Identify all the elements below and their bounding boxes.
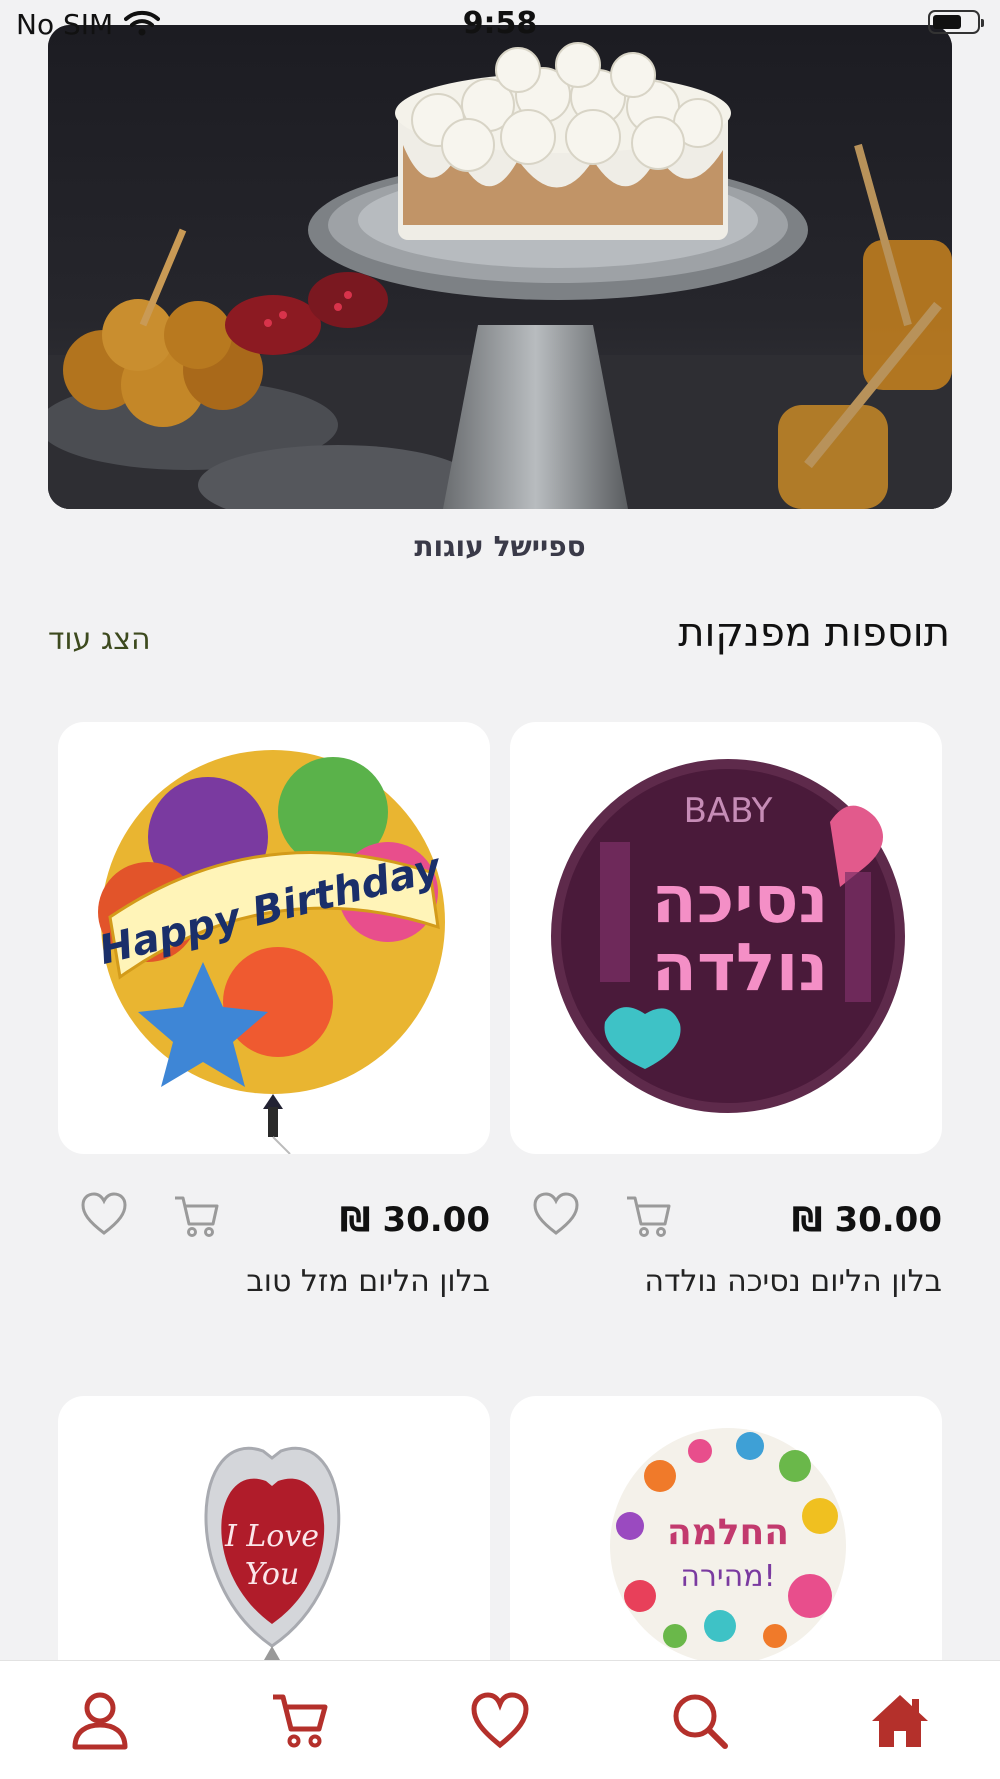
heart-icon[interactable] [470, 1691, 530, 1751]
i-love-you-balloon-image: I Love You [204, 1447, 341, 1696]
show-more-link[interactable]: הצג עוד [48, 622, 151, 657]
section-title: תוספות מפנקות [678, 610, 950, 656]
status-bar: No SIM 9:58 [0, 0, 1000, 50]
baby-princess-balloon-image: BABY נסיכה נולדה [551, 759, 905, 1113]
love-text-line1: I Love [224, 1519, 319, 1554]
born-text: נולדה [652, 929, 829, 1006]
battery-icon [928, 10, 984, 34]
product-card-i-love-you[interactable]: I Love You [58, 1396, 490, 1696]
product-name[interactable]: בלון הליום מזל טוב [246, 1264, 490, 1299]
hero-caption[interactable]: ספיישל עוגות [0, 530, 1000, 563]
love-text-line2: You [245, 1557, 300, 1592]
favorite-heart-icon[interactable] [80, 1192, 128, 1236]
recovery-text-line2: מהירה! [680, 1559, 775, 1594]
user-icon[interactable] [70, 1691, 130, 1751]
princess-text: נסיכה [652, 861, 829, 938]
favorite-heart-icon[interactable] [532, 1192, 580, 1236]
product-price: 30.00 ₪ [791, 1200, 942, 1240]
cart-icon[interactable] [270, 1691, 330, 1751]
hero-banner[interactable] [48, 25, 952, 509]
add-to-cart-icon[interactable] [624, 1194, 672, 1238]
recovery-text-line1: החלמה [667, 1512, 789, 1553]
product-card-baby-princess[interactable]: BABY נסיכה נולדה [510, 722, 942, 1154]
fast-recovery-balloon-image: החלמה מהירה! [610, 1428, 846, 1664]
search-icon[interactable] [670, 1691, 730, 1751]
product-name[interactable]: בלון הליום נסיכה נולדה [644, 1264, 942, 1299]
baby-text: BABY [684, 791, 773, 831]
product-card-fast-recovery[interactable]: החלמה מהירה! [510, 1396, 942, 1696]
cake-image [48, 25, 952, 509]
clock: 9:58 [462, 6, 538, 41]
home-icon[interactable] [870, 1691, 930, 1751]
bottom-nav [0, 1660, 1000, 1779]
product-card-happy-birthday[interactable]: Happy Birthday [58, 722, 490, 1154]
add-to-cart-icon[interactable] [172, 1194, 220, 1238]
happy-birthday-balloon-image: Happy Birthday [95, 750, 447, 1154]
product-price: 30.00 ₪ [339, 1200, 490, 1240]
